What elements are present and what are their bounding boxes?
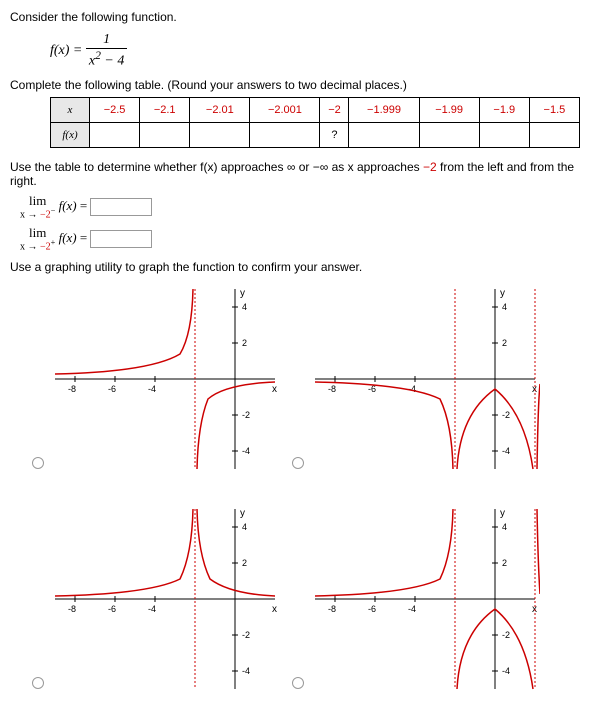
svg-text:2: 2 <box>502 558 507 568</box>
fx-input-5[interactable] <box>349 122 419 147</box>
graph-option-4[interactable]: x y -8 -6 -4 4 2 -2 -4 <box>310 504 540 694</box>
svg-text:2: 2 <box>242 338 247 348</box>
fx-input-1[interactable] <box>140 122 190 147</box>
svg-text:-4: -4 <box>148 604 156 614</box>
table-instruction: Complete the following table. (Round you… <box>10 78 588 92</box>
svg-text:-4: -4 <box>502 446 510 456</box>
x-val-7: −1.9 <box>479 97 529 122</box>
svg-text:-4: -4 <box>502 666 510 676</box>
row-label-x: x <box>51 97 90 122</box>
svg-text:-8: -8 <box>328 604 336 614</box>
svg-text:4: 4 <box>242 522 247 532</box>
svg-text:x: x <box>272 604 277 615</box>
function-expression: f(x) = 1 x2 − 4 <box>50 32 588 70</box>
svg-text:2: 2 <box>502 338 507 348</box>
fx-center: ? <box>320 122 349 147</box>
svg-text:-8: -8 <box>68 604 76 614</box>
fx-input-2[interactable] <box>190 122 250 147</box>
svg-text:-4: -4 <box>408 604 416 614</box>
fx-input-8[interactable] <box>529 122 579 147</box>
svg-text:4: 4 <box>502 522 507 532</box>
x-val-0: −2.5 <box>90 97 140 122</box>
svg-text:4: 4 <box>242 302 247 312</box>
x-val-6: −1.99 <box>419 97 479 122</box>
svg-text:-2: -2 <box>242 410 250 420</box>
x-val-2: −2.01 <box>190 97 250 122</box>
limit-right: lim x → −2+ f(x) = <box>20 226 588 252</box>
radio-icon[interactable] <box>32 677 44 689</box>
svg-text:-2: -2 <box>242 630 250 640</box>
limit-left: lim x → −2− f(x) = <box>20 194 588 220</box>
x-val-8: −1.5 <box>529 97 579 122</box>
svg-text:-8: -8 <box>68 384 76 394</box>
radio-icon[interactable] <box>32 457 44 469</box>
graph-option-2[interactable]: x y -8 -6 -4 4 2 -2 -4 <box>310 284 540 474</box>
svg-text:x: x <box>272 384 277 395</box>
row-label-fx: f(x) <box>51 122 90 147</box>
graph-instruction: Use a graphing utility to graph the func… <box>10 260 588 274</box>
svg-text:-6: -6 <box>368 604 376 614</box>
svg-text:-2: -2 <box>502 410 510 420</box>
svg-text:-4: -4 <box>242 666 250 676</box>
fx-input-0[interactable] <box>90 122 140 147</box>
limit-right-input[interactable] <box>90 230 152 248</box>
limits-instruction: Use the table to determine whether f(x) … <box>10 160 588 188</box>
svg-text:-6: -6 <box>108 604 116 614</box>
data-table: x −2.5 −2.1 −2.01 −2.001 −2 −1.999 −1.99… <box>50 97 580 148</box>
svg-text:-6: -6 <box>108 384 116 394</box>
graphs-container: x y -8 -6 -4 4 2 -2 -4 x y -8 -6 -4 4 2 … <box>50 284 588 694</box>
svg-text:2: 2 <box>242 558 247 568</box>
fx-input-7[interactable] <box>479 122 529 147</box>
svg-text:-8: -8 <box>328 384 336 394</box>
svg-text:y: y <box>240 288 245 299</box>
svg-text:4: 4 <box>502 302 507 312</box>
x-val-5: −1.999 <box>349 97 419 122</box>
radio-icon[interactable] <box>292 677 304 689</box>
svg-text:-2: -2 <box>502 630 510 640</box>
svg-text:y: y <box>500 288 505 299</box>
graph-option-3[interactable]: x y -8 -6 -4 4 2 -2 -4 <box>50 504 280 694</box>
svg-text:-4: -4 <box>148 384 156 394</box>
svg-text:y: y <box>240 508 245 519</box>
fx-input-3[interactable] <box>250 122 320 147</box>
intro-text: Consider the following function. <box>10 10 588 24</box>
limit-left-input[interactable] <box>90 198 152 216</box>
x-val-1: −2.1 <box>140 97 190 122</box>
fx-input-6[interactable] <box>419 122 479 147</box>
x-val-4: −2 <box>320 97 349 122</box>
svg-text:-4: -4 <box>242 446 250 456</box>
graph-option-1[interactable]: x y -8 -6 -4 4 2 -2 -4 <box>50 284 280 474</box>
x-val-3: −2.001 <box>250 97 320 122</box>
radio-icon[interactable] <box>292 457 304 469</box>
svg-text:y: y <box>500 508 505 519</box>
